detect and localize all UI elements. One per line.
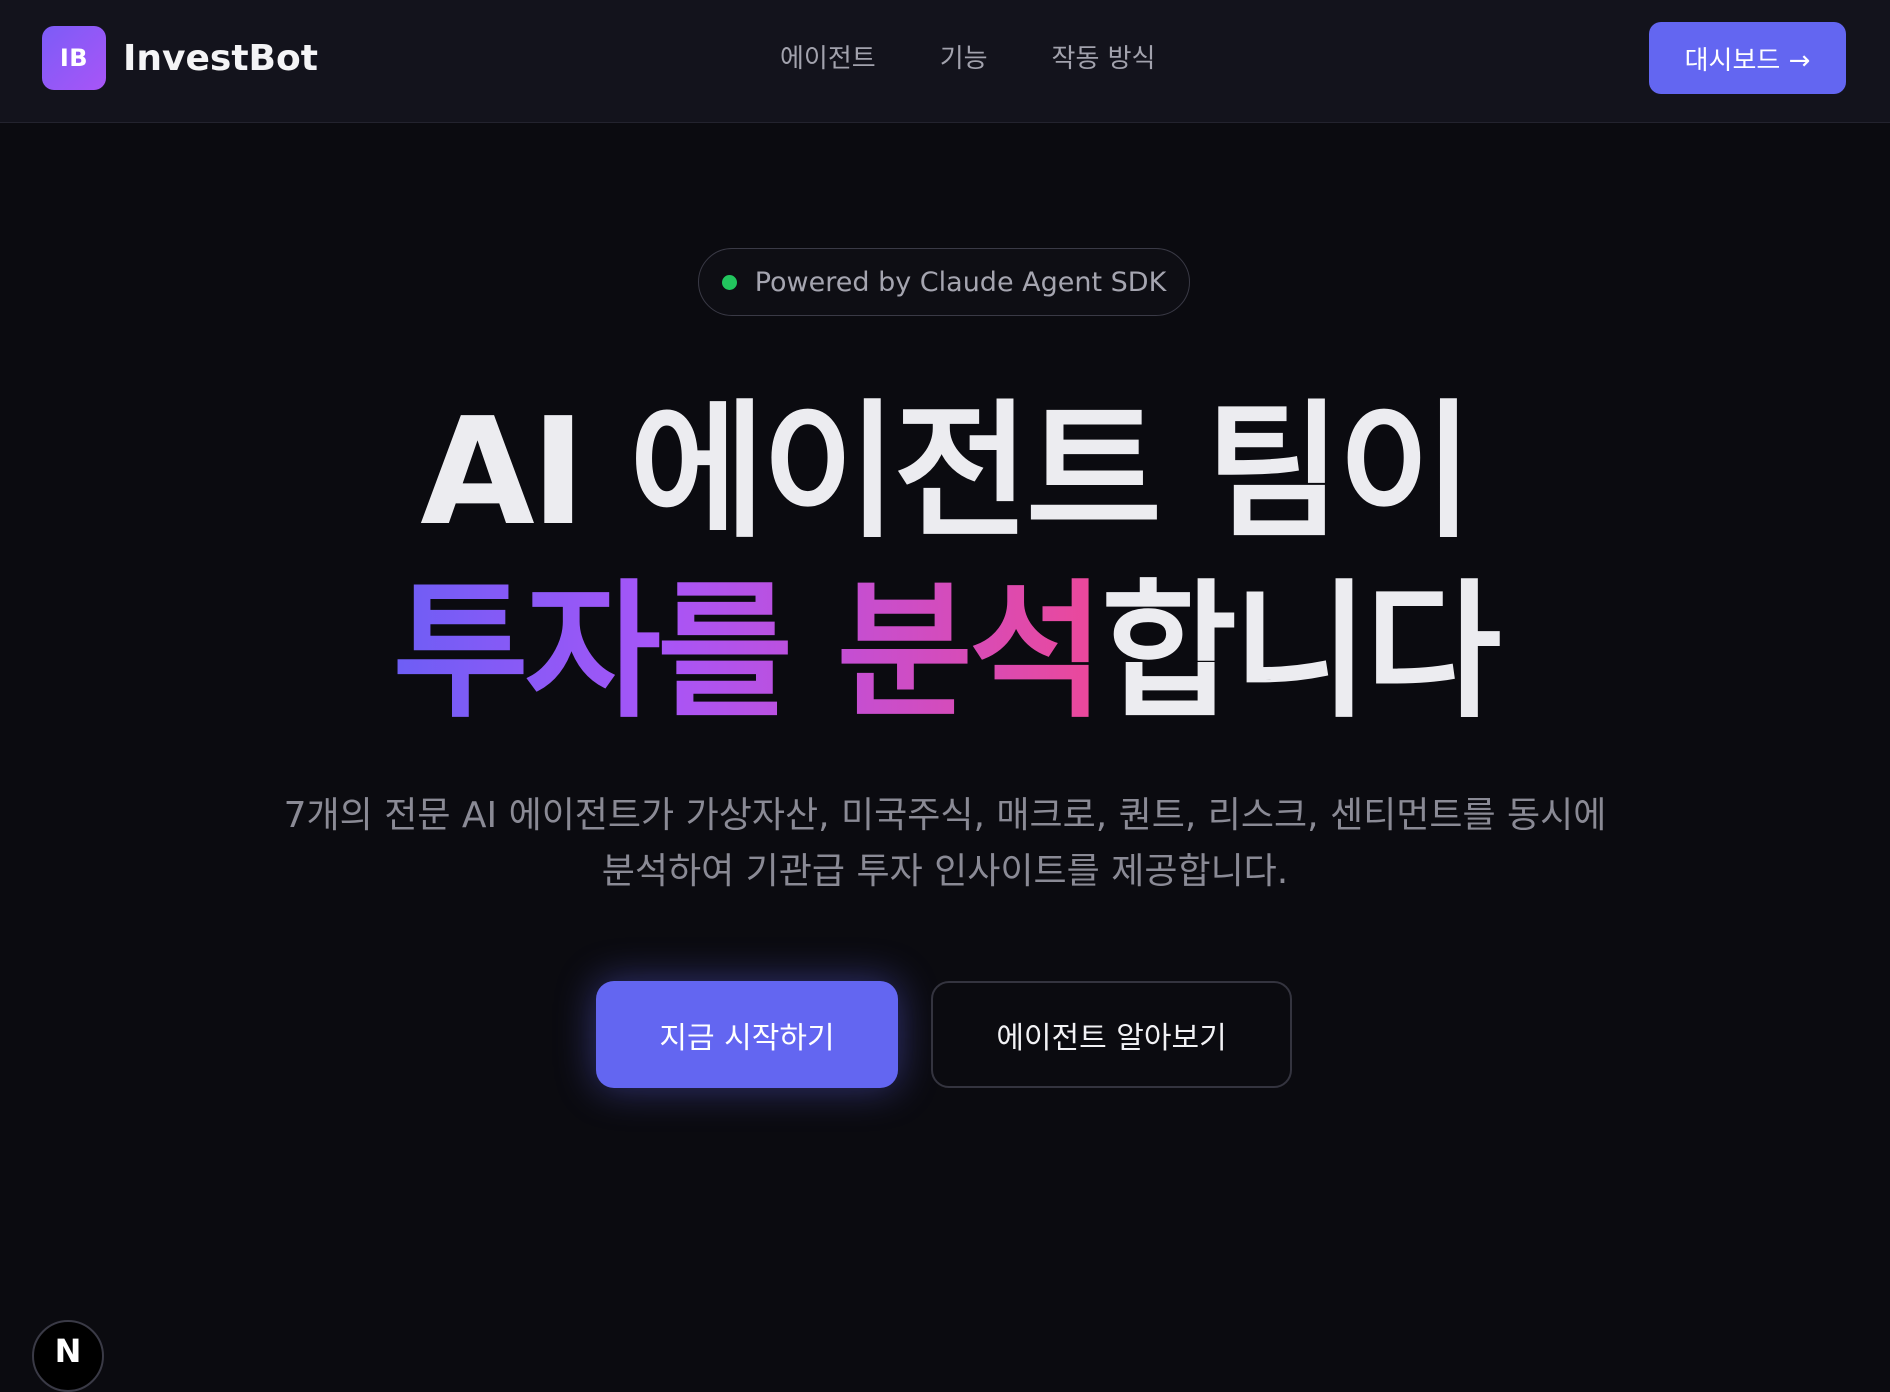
nav-link-how-it-works[interactable]: 작동 방식 bbox=[1052, 38, 1156, 75]
headline-rest: 합니다 bbox=[1100, 566, 1501, 738]
top-navbar: IB InvestBot 에이전트 기능 작동 방식 대시보드 → bbox=[0, 0, 1890, 123]
main-nav: 에이전트 기능 작동 방식 bbox=[780, 38, 1219, 75]
learn-agents-button[interactable]: 에이전트 알아보기 bbox=[931, 981, 1292, 1088]
nav-link-features[interactable]: 기능 bbox=[940, 38, 988, 75]
headline-line-1: AI 에이전트 팀이 bbox=[420, 386, 1474, 558]
powered-by-text: Powered by Claude Agent SDK bbox=[754, 266, 1167, 298]
get-started-button[interactable]: 지금 시작하기 bbox=[596, 981, 898, 1088]
nav-link-agents[interactable]: 에이전트 bbox=[780, 38, 876, 75]
brand-link[interactable]: IB InvestBot bbox=[42, 26, 318, 90]
status-dot-icon bbox=[721, 274, 737, 290]
headline-line-2: 투자를 분석합니다 bbox=[0, 578, 1890, 726]
subtitle-line-1: 7개의 전문 AI 에이전트가 가상자산, 미국주식, 매크로, 퀀트, 리스크… bbox=[283, 795, 1607, 836]
nextjs-dev-indicator-icon[interactable]: N bbox=[32, 1320, 104, 1392]
logo-badge: IB bbox=[42, 26, 106, 90]
powered-by-badge: Powered by Claude Agent SDK bbox=[698, 248, 1190, 316]
dashboard-button[interactable]: 대시보드 → bbox=[1649, 22, 1846, 94]
brand-name: InvestBot bbox=[123, 37, 318, 79]
subtitle-line-2: 분석하여 기관급 투자 인사이트를 제공합니다. bbox=[601, 851, 1289, 892]
headline-highlight: 투자를 분석 bbox=[392, 566, 1105, 738]
hero-subtitle: 7개의 전문 AI 에이전트가 가상자산, 미국주식, 매크로, 퀀트, 리스크… bbox=[240, 788, 1650, 900]
